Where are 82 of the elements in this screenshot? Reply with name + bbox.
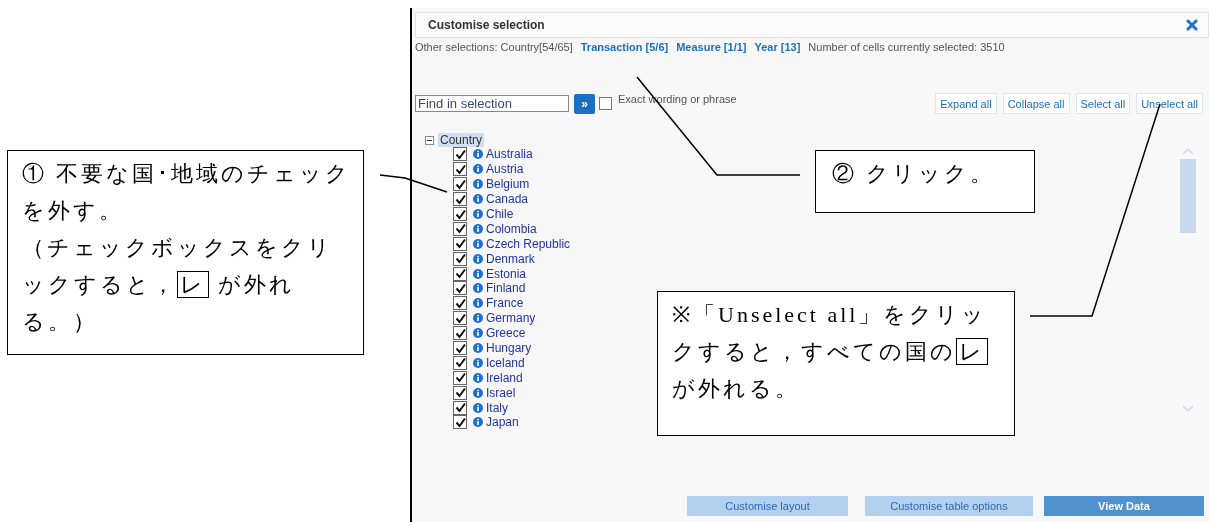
info-icon	[473, 328, 483, 339]
tree-item[interactable]: Colombia	[486, 221, 537, 236]
info-icon	[473, 313, 483, 324]
tree-item[interactable]: Austria	[486, 162, 524, 177]
tree-item[interactable]: Estonia	[486, 266, 527, 281]
checkbox[interactable]	[453, 415, 467, 430]
info-icon	[473, 253, 483, 264]
checkbox[interactable]	[453, 296, 467, 311]
collapse-icon[interactable]	[425, 135, 434, 145]
info-icon	[473, 357, 483, 368]
callout-text: ※「Unselect all」をクリックすると，すべての国の レ が外れる。	[672, 301, 989, 403]
info-icon	[473, 343, 483, 353]
footer-button[interactable]: Customise table options	[865, 496, 1033, 516]
action-button[interactable]: Collapse all	[1002, 93, 1070, 114]
checkbox[interactable]	[453, 236, 467, 251]
checkbox[interactable]	[453, 311, 467, 326]
go-button[interactable]: »	[574, 93, 595, 114]
checkbox[interactable]	[453, 385, 467, 400]
selection-link[interactable]: Measure [1/1]	[676, 41, 747, 53]
info-icon	[473, 164, 483, 175]
checkbox[interactable]	[453, 207, 467, 221]
tree-item[interactable]: Germany	[486, 311, 536, 326]
action-button[interactable]: Unselect all	[1136, 93, 1203, 114]
checkbox[interactable]	[453, 162, 467, 177]
cells-count: Number of cells currently selected: 3510	[808, 41, 1005, 53]
tree-item[interactable]: Greece	[486, 326, 526, 341]
info-icon	[473, 268, 483, 279]
checkbox[interactable]	[453, 221, 467, 236]
checkbox[interactable]	[453, 341, 467, 355]
tree-item[interactable]: Canada	[486, 192, 529, 207]
tree-item[interactable]: Chile	[486, 207, 514, 221]
checkbox[interactable]	[453, 266, 467, 281]
checkbox[interactable]	[453, 251, 467, 266]
info-icon	[473, 387, 483, 398]
info-icon	[473, 372, 483, 383]
info-icon	[473, 238, 483, 249]
selection-link[interactable]: Transaction [5/6]	[580, 41, 669, 53]
dialog-title: Customise selection	[428, 18, 545, 32]
tree-item[interactable]: France	[486, 296, 524, 311]
tree-item[interactable]: Japan	[486, 415, 519, 430]
tree-item[interactable]: Ireland	[486, 370, 523, 385]
checkbox[interactable]	[453, 370, 467, 385]
info-icon	[473, 223, 483, 234]
info-icon	[473, 194, 483, 205]
tree-item[interactable]: Hungary	[486, 341, 532, 355]
checkbox[interactable]	[453, 192, 467, 207]
tree-item[interactable]: Israel	[486, 385, 516, 400]
info-icon	[473, 179, 483, 190]
action-button[interactable]: Expand all	[935, 93, 997, 114]
checkbox[interactable]	[599, 97, 612, 110]
close-icon[interactable]	[1186, 19, 1198, 31]
checkbox[interactable]	[453, 400, 467, 415]
info-icon	[473, 149, 483, 160]
scroll-down-icon	[1182, 405, 1194, 413]
tree-item[interactable]: Czech Republic	[486, 236, 571, 251]
scrollbar-thumb[interactable]	[1180, 159, 1196, 233]
tree-item[interactable]: Italy	[486, 400, 508, 415]
tree-node[interactable]: Country	[438, 133, 485, 147]
selection-link[interactable]: Year [13]	[754, 41, 801, 53]
tree-item[interactable]: Iceland	[486, 355, 525, 370]
info-icon	[473, 298, 483, 309]
callout-text: （チェックボックスをクリックすると，レ が外れる。）	[22, 234, 334, 336]
footer-button[interactable]: Customise layout	[687, 496, 848, 516]
search-field[interactable]: Find in selection	[415, 95, 569, 112]
tree-item[interactable]: Australia	[486, 147, 533, 162]
checkbox[interactable]	[453, 355, 467, 370]
checkbox[interactable]	[453, 281, 467, 296]
tree-item[interactable]: Finland	[486, 281, 526, 296]
info-icon	[473, 402, 483, 413]
selections-label: Other selections: Country[54/65]	[415, 41, 573, 53]
callout-text: ② クリック。	[832, 160, 996, 188]
info-icon	[473, 283, 483, 294]
action-button[interactable]: Select all	[1075, 93, 1131, 114]
info-icon	[473, 417, 483, 428]
checkbox[interactable]	[453, 177, 467, 192]
callout-text: ① 不要な国･地域のチェックを外す。	[22, 160, 352, 225]
info-icon	[473, 209, 483, 219]
checkbox[interactable]	[453, 326, 467, 341]
checkbox[interactable]	[453, 147, 467, 162]
tree-item[interactable]: Denmark	[486, 251, 535, 266]
tree-item[interactable]: Belgium	[486, 177, 530, 192]
scroll-up-icon	[1182, 147, 1194, 155]
